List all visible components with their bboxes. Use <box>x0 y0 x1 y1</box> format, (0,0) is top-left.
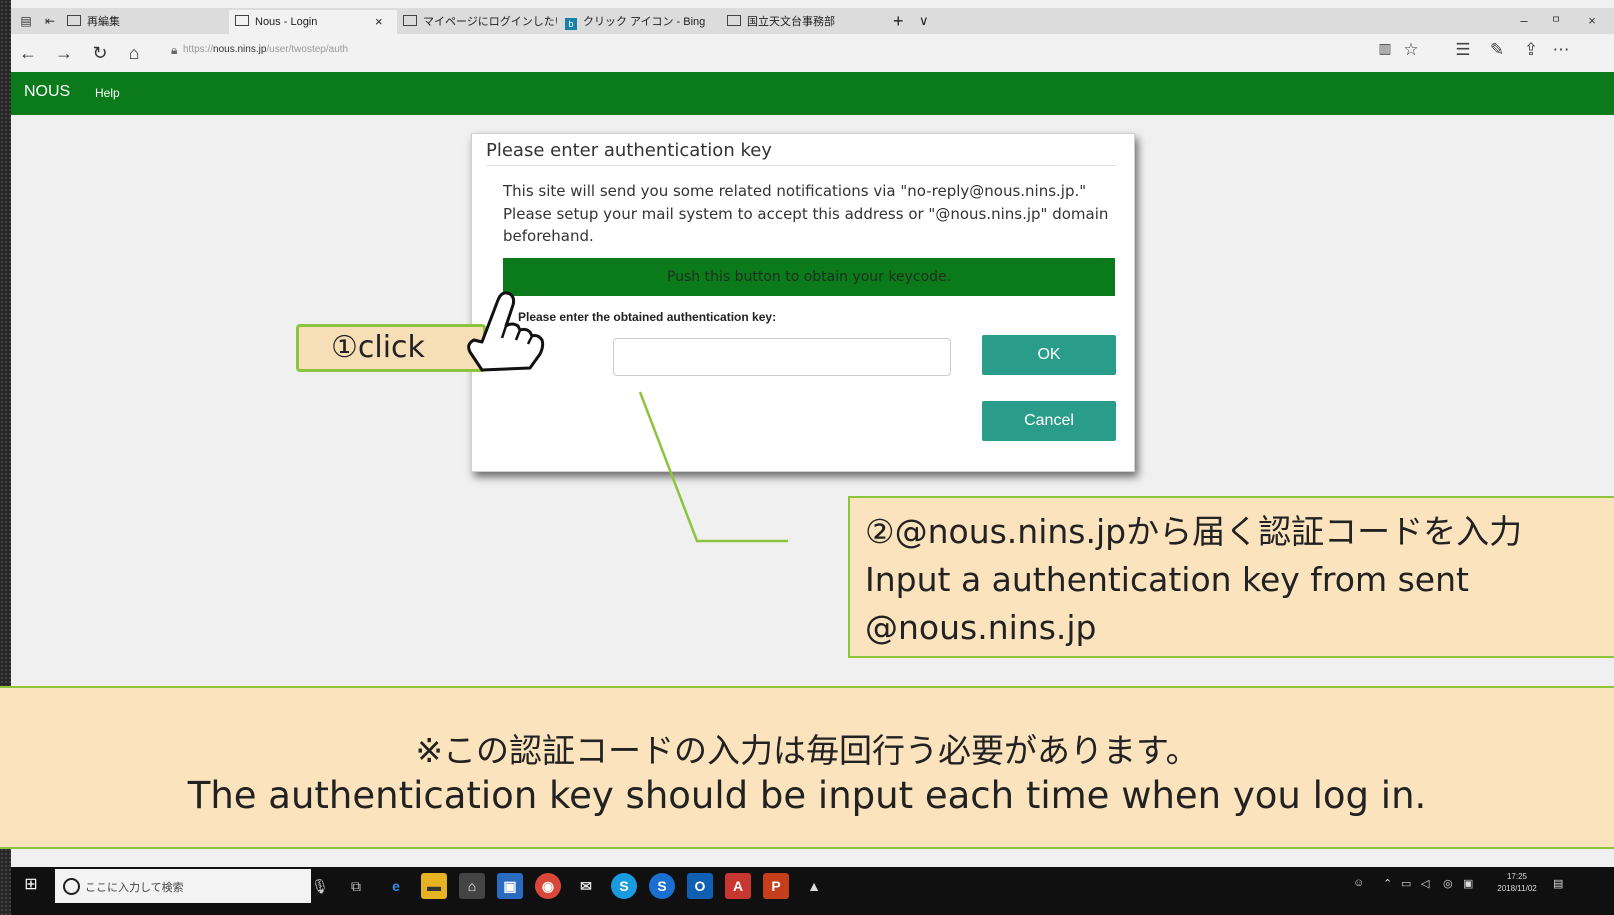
edge-icon[interactable]: e <box>383 873 409 899</box>
click-callout: ①click <box>296 324 486 372</box>
bing-icon: b <box>565 18 577 30</box>
security-icon[interactable]: ◎ <box>1443 877 1453 890</box>
click-callout-text: ①click <box>331 330 425 365</box>
store-icon[interactable]: ⌂ <box>459 873 485 899</box>
help-link[interactable]: Help <box>95 86 120 100</box>
dialog-title: Please enter authentication key <box>486 140 772 161</box>
microphone-icon[interactable]: 🎙︎ <box>307 873 333 899</box>
tab-menu-chevron-icon[interactable]: ∨ <box>919 13 929 29</box>
address-toolbar: ← → ↻ ⌂ 🔒︎ https://nous.nins.jp/user/two… <box>11 34 1614 73</box>
url-path: /user/twostep/auth <box>266 44 349 55</box>
dialog-divider <box>486 165 1116 166</box>
windows-taskbar: ⊞ ここに入力して検索 🎙︎ ⧉ e ▬ ⌂ ▣ ◉ ✉ S S O A P ▲… <box>11 867 1614 915</box>
note-line-domain: @nous.nins.jp <box>865 608 1097 647</box>
tab-close-icon[interactable]: × <box>375 10 383 34</box>
share-icon[interactable]: ⇪ <box>1519 40 1543 60</box>
tab-bar: ▤ ⇤ 再編集 Nous - Login × マイページにログインしたい場合 b… <box>11 8 1614 34</box>
site-brand-link[interactable]: NOUS <box>24 83 70 101</box>
forward-arrow-icon[interactable]: → <box>51 40 77 66</box>
clock-date: 2018/11/02 <box>1497 884 1537 893</box>
powerpoint-icon[interactable]: P <box>763 873 789 899</box>
tab-actions-icon[interactable]: ▤ <box>17 12 35 30</box>
tab-label: Nous - Login <box>255 16 318 28</box>
note-text: ②@nous.nins.jpから届く認証コードを入力 Input a authe… <box>865 508 1522 652</box>
skype-business-icon[interactable]: S <box>649 873 675 899</box>
obtain-keycode-button[interactable]: Push this button to obtain your keycode. <box>503 258 1115 296</box>
banner-text-en: The authentication key should be input e… <box>187 774 1427 817</box>
banner-text-jp: ※この認証コードの入力は毎回行う必要があります。 <box>415 731 1199 770</box>
tab-nous-login[interactable]: Nous - Login × <box>229 10 397 34</box>
tab-label: マイページにログインしたい場合 <box>423 16 557 28</box>
ime-icon[interactable]: ▣ <box>1463 877 1473 890</box>
app-icon[interactable]: ▣ <box>497 873 523 899</box>
favorites-hub-icon[interactable]: ☰ <box>1451 40 1475 60</box>
volume-icon[interactable]: ◁ <box>1421 877 1429 890</box>
tab-label: クリック アイコン - Bing <box>583 16 706 28</box>
action-center-icon[interactable]: ▤ <box>1553 877 1563 890</box>
tab-label: 再編集 <box>87 16 120 28</box>
tab-label: 国立天文台事務部 <box>747 16 835 28</box>
more-menu-icon[interactable]: ⋯ <box>1549 40 1573 60</box>
home-icon[interactable]: ⌂ <box>121 40 147 66</box>
page-icon <box>403 15 417 26</box>
new-tab-button[interactable]: + <box>893 10 904 32</box>
skype-icon[interactable]: S <box>611 873 637 899</box>
chrome-icon[interactable]: ◉ <box>535 873 561 899</box>
refresh-icon[interactable]: ↻ <box>87 40 113 66</box>
acrobat-icon[interactable]: A <box>725 873 751 899</box>
taskbar-search[interactable]: ここに入力して検索 <box>55 869 311 903</box>
tray-expand-chevron-icon[interactable]: ⌃ <box>1383 877 1392 890</box>
mail-icon[interactable]: ✉ <box>573 873 599 899</box>
url-prefix: https:// <box>183 44 214 55</box>
minimize-button[interactable]: – <box>1509 8 1539 34</box>
windows-start-icon[interactable]: ⊞ <box>21 875 41 895</box>
every-login-banner: ※この認証コードの入力は毎回行う必要があります。 The authenticat… <box>0 686 1614 849</box>
url-field[interactable]: https://nous.nins.jp/user/twostep/auth <box>183 44 348 55</box>
photos-icon[interactable]: ▲ <box>801 873 827 899</box>
site-header: NOUS Help <box>11 72 1614 115</box>
set-aside-tabs-icon[interactable]: ⇤ <box>41 12 59 30</box>
clock-time: 17:25 <box>1506 872 1528 881</box>
cancel-button[interactable]: Cancel <box>982 401 1116 441</box>
network-icon[interactable]: ▭ <box>1401 877 1411 890</box>
taskbar-search-placeholder: ここに入力して検索 <box>85 882 184 894</box>
page-icon <box>235 15 249 26</box>
reading-view-icon[interactable]: ▥ <box>1373 40 1397 57</box>
outlook-icon[interactable]: O <box>687 873 713 899</box>
note-line-jp: ②@nous.nins.jpから届く認証コードを入力 <box>865 512 1523 551</box>
note-line-en: Input a authentication key from sent <box>865 560 1469 599</box>
maximize-button[interactable]: ㅁ <box>1541 8 1571 34</box>
dialog-description: This site will send you some related not… <box>503 182 1109 245</box>
tab-mypage-login[interactable]: マイページにログインしたい場合 <box>397 10 557 34</box>
auth-key-dialog: Please enter authentication key This sit… <box>471 133 1135 472</box>
input-key-note: ②@nous.nins.jpから届く認証コードを入力 Input a authe… <box>848 496 1614 658</box>
page-icon <box>727 15 741 26</box>
tab-bing[interactable]: b クリック アイコン - Bing <box>559 10 719 34</box>
auth-key-input[interactable] <box>613 338 951 376</box>
back-arrow-icon[interactable]: ← <box>15 40 41 66</box>
url-host: nous.nins.jp <box>213 44 267 55</box>
tab-reedit[interactable]: 再編集 <box>61 10 221 34</box>
page-icon <box>67 15 81 26</box>
people-icon[interactable]: ☺ <box>1353 877 1364 889</box>
pointing-hand-icon <box>467 291 545 372</box>
favorite-star-icon[interactable]: ☆ <box>1399 40 1423 60</box>
taskbar-clock[interactable]: 17:25 2018/11/02 <box>1487 871 1547 895</box>
file-explorer-icon[interactable]: ▬ <box>421 873 447 899</box>
tab-naoj-office[interactable]: 国立天文台事務部 <box>721 10 881 34</box>
task-view-icon[interactable]: ⧉ <box>343 873 369 899</box>
web-note-pen-icon[interactable]: ✎ <box>1485 40 1509 60</box>
key-field-label: Please enter the obtained authentication… <box>518 310 777 324</box>
ok-button[interactable]: OK <box>982 335 1116 375</box>
lock-icon: 🔒︎ <box>171 43 178 57</box>
close-window-button[interactable]: × <box>1573 8 1611 34</box>
cortana-icon <box>63 878 80 895</box>
